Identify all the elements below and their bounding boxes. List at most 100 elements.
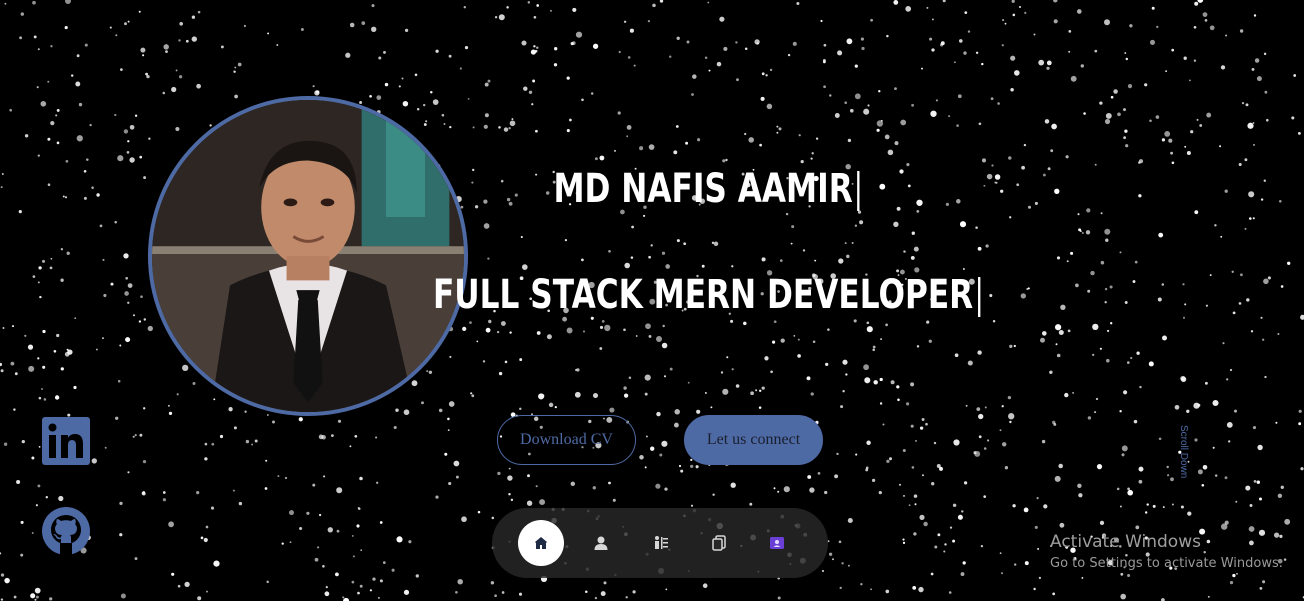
star	[902, 541, 906, 545]
star	[233, 70, 236, 73]
nav-portfolio[interactable]	[696, 520, 742, 566]
download-cv-button[interactable]: Download CV	[497, 415, 636, 465]
star	[769, 68, 773, 72]
star	[38, 396, 42, 400]
star	[1197, 469, 1203, 475]
github-link[interactable]	[42, 507, 90, 555]
star	[910, 382, 915, 387]
star	[719, 16, 725, 22]
star	[585, 590, 588, 593]
star	[488, 319, 492, 324]
star	[1110, 322, 1113, 325]
nav-home[interactable]	[518, 520, 564, 566]
star	[521, 264, 528, 270]
star	[178, 39, 181, 42]
star	[1194, 438, 1198, 442]
star	[888, 457, 893, 461]
star	[953, 439, 960, 446]
star	[50, 45, 53, 48]
nav-experience[interactable]	[638, 520, 684, 566]
star	[494, 594, 497, 598]
star	[483, 124, 488, 129]
star	[1266, 118, 1269, 122]
star	[369, 94, 372, 98]
star	[19, 36, 23, 40]
star	[520, 235, 523, 239]
nav-about[interactable]	[578, 520, 624, 566]
star	[1083, 112, 1086, 115]
star	[1046, 66, 1050, 70]
star	[1187, 511, 1192, 516]
star	[345, 52, 351, 58]
star	[289, 541, 292, 544]
star	[415, 574, 419, 578]
star	[66, 251, 70, 255]
star	[980, 544, 984, 548]
star	[1248, 191, 1255, 198]
star	[1231, 270, 1234, 273]
star	[661, 251, 666, 255]
star	[528, 90, 533, 95]
star	[472, 126, 475, 129]
star	[635, 335, 638, 337]
star	[423, 123, 427, 126]
star	[361, 21, 366, 25]
star	[844, 242, 847, 245]
star	[1206, 112, 1212, 118]
scroll-down-link[interactable]: Scroll Down	[1175, 425, 1189, 481]
star	[1121, 445, 1128, 452]
star	[379, 521, 383, 524]
star	[254, 439, 258, 443]
star	[871, 478, 876, 483]
star	[618, 50, 621, 54]
star	[463, 6, 466, 9]
star	[91, 458, 97, 464]
star	[503, 127, 509, 132]
star	[267, 32, 270, 35]
star	[62, 195, 65, 198]
star	[553, 63, 558, 67]
star	[453, 460, 460, 467]
star	[983, 447, 987, 450]
star	[870, 588, 873, 591]
star	[776, 131, 779, 134]
star	[209, 124, 212, 127]
star	[538, 393, 545, 400]
star	[1151, 6, 1155, 10]
star	[20, 520, 24, 524]
star	[175, 126, 180, 132]
star	[24, 334, 27, 337]
linkedin-link[interactable]	[42, 417, 90, 465]
star	[1219, 145, 1222, 148]
star	[1167, 474, 1170, 477]
star	[464, 45, 469, 50]
star	[931, 18, 934, 21]
star	[704, 56, 708, 59]
nav-contact[interactable]	[754, 520, 800, 566]
star	[196, 83, 201, 89]
star	[643, 214, 646, 217]
star	[957, 94, 962, 99]
star	[1065, 155, 1069, 159]
star	[668, 55, 672, 58]
star	[939, 466, 943, 471]
star	[18, 210, 22, 214]
star	[755, 389, 758, 392]
star	[903, 250, 906, 253]
star	[656, 411, 661, 417]
star	[878, 90, 881, 93]
star	[228, 407, 233, 412]
star	[659, 453, 663, 457]
star	[117, 379, 121, 383]
star	[696, 409, 701, 414]
star	[962, 561, 966, 565]
star	[648, 334, 652, 338]
star	[633, 64, 636, 67]
star	[1148, 361, 1154, 367]
star	[1038, 59, 1045, 66]
star	[1224, 189, 1228, 193]
star	[569, 118, 572, 122]
star	[56, 141, 60, 145]
let-us-connect-button[interactable]: Let us connect	[684, 415, 823, 465]
star	[978, 435, 982, 439]
